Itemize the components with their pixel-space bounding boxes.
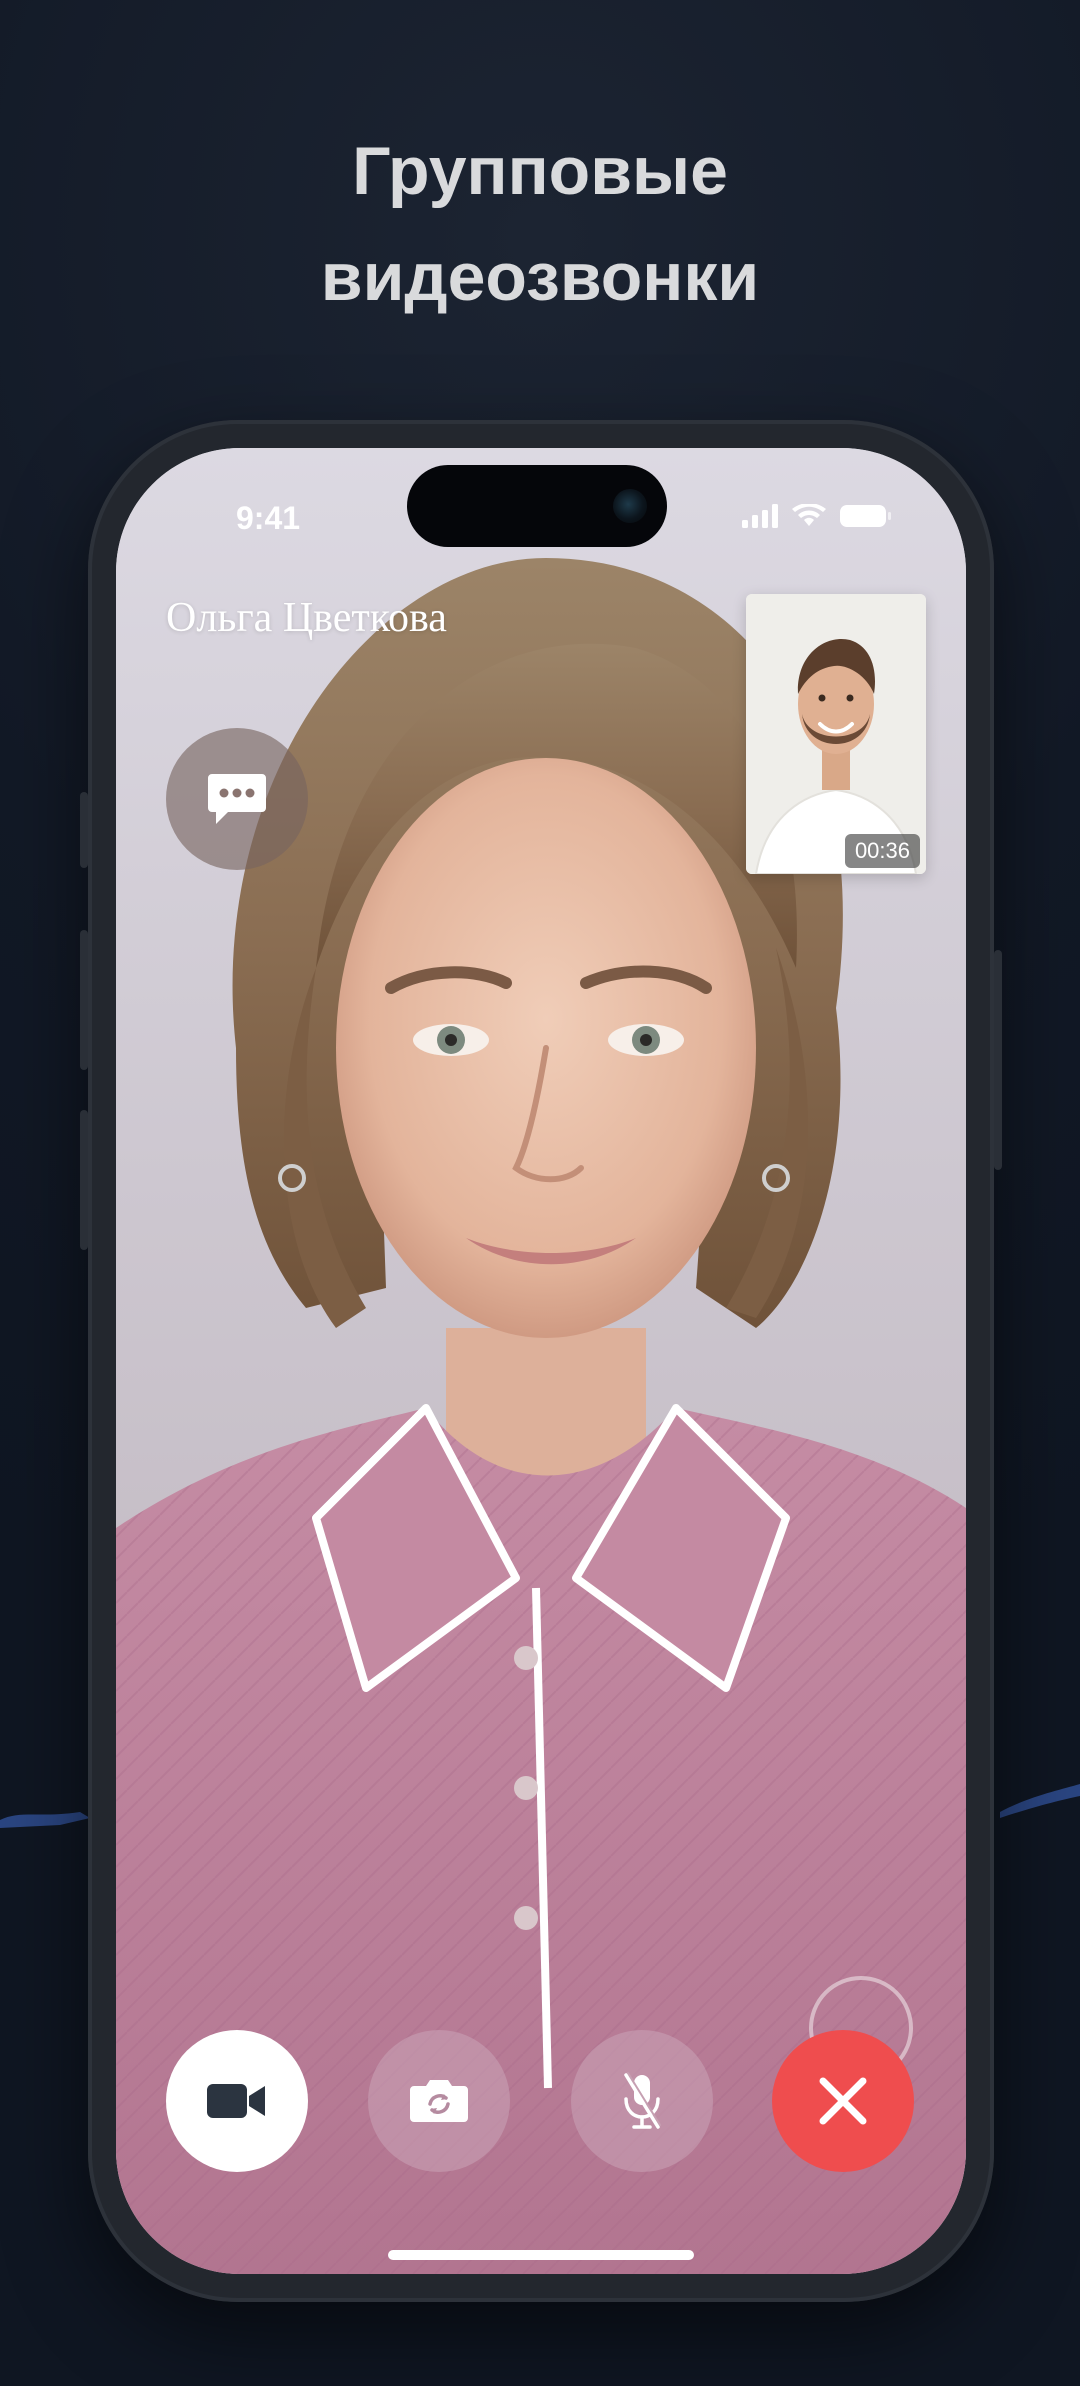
camera-flip-icon xyxy=(410,2080,468,2122)
power-button xyxy=(994,950,1002,1170)
volume-down-button xyxy=(80,1110,88,1250)
silent-switch xyxy=(80,792,88,868)
call-timer: 00:36 xyxy=(844,834,920,868)
status-time: 9:41 xyxy=(236,500,301,536)
home-indicator[interactable] xyxy=(388,2250,694,2260)
mute-button[interactable] xyxy=(571,2030,713,2172)
status-icons xyxy=(742,504,891,528)
caller-name: Ольга Цветкова xyxy=(166,595,447,641)
volume-up-button xyxy=(80,930,88,1070)
close-icon xyxy=(819,2077,867,2125)
video-toggle-button[interactable] xyxy=(166,2030,308,2172)
promo-headline: Групповые видеозвонки xyxy=(0,118,1080,330)
call-controls xyxy=(116,2030,966,2172)
phone-frame: 9:41 Ольга Цветкова 00:36 xyxy=(80,420,1002,2302)
wifi-icon xyxy=(792,504,826,526)
dynamic-island xyxy=(407,465,667,547)
front-camera-icon xyxy=(613,489,647,523)
flip-camera-button[interactable] xyxy=(368,2030,510,2172)
microphone-off-icon xyxy=(624,2072,661,2129)
video-camera-icon xyxy=(207,2084,265,2118)
promo-headline-line-1: Групповые xyxy=(352,133,728,209)
call-screen: 9:41 Ольга Цветкова 00:36 xyxy=(116,448,966,2274)
promo-headline-line-2: видеозвонки xyxy=(320,239,760,315)
self-video-feed xyxy=(746,594,926,874)
battery-icon xyxy=(840,505,891,527)
chat-bubble-icon xyxy=(208,774,266,824)
chat-button[interactable] xyxy=(166,728,308,870)
end-call-button[interactable] xyxy=(772,2030,914,2172)
signal-icon xyxy=(742,504,778,528)
self-video-preview[interactable]: 00:36 xyxy=(746,594,926,874)
app-store-screenshot: Групповые видеозвонки 9:41 Ольга Цветков… xyxy=(0,0,1080,2386)
